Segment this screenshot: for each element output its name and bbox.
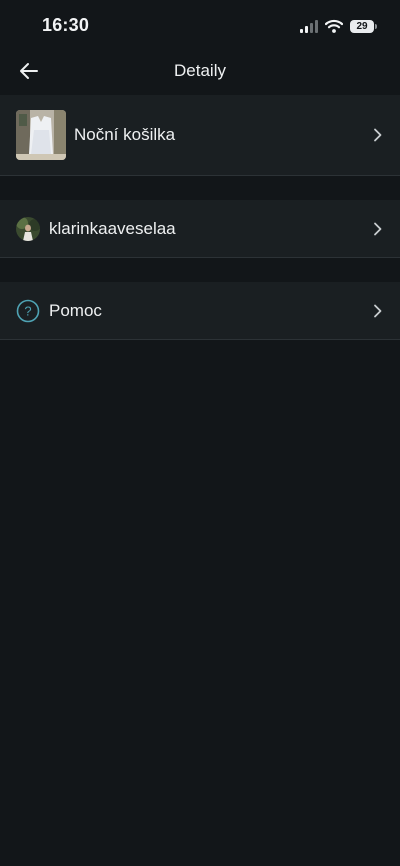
page-title: Detaily — [174, 61, 226, 80]
status-time: 16:30 — [42, 15, 90, 35]
status-bar: 16:30 29 — [0, 0, 400, 52]
chevron-right-icon — [370, 304, 384, 318]
seller-section: klarinkaaveselaa — [0, 200, 400, 258]
item-title: Noční košilka — [74, 125, 176, 144]
chevron-right-icon — [370, 222, 384, 236]
battery-icon: 29 — [350, 19, 377, 33]
seller-username: klarinkaaveselaa — [49, 218, 176, 238]
help-label: Pomoc — [49, 300, 102, 320]
item-row[interactable]: Noční košilka — [0, 95, 400, 175]
item-section: Noční košilka — [0, 95, 400, 176]
chevron-right-icon — [370, 128, 384, 142]
battery-level: 29 — [356, 20, 368, 32]
help-row[interactable]: ? Pomoc — [0, 282, 400, 339]
question-circle-icon: ? — [16, 299, 40, 323]
status-icons: 29 — [300, 16, 377, 36]
item-thumbnail — [16, 110, 66, 160]
svg-text:?: ? — [24, 303, 31, 318]
help-section: ? Pomoc — [0, 282, 400, 340]
wifi-icon — [325, 19, 343, 33]
cellular-signal-icon — [300, 19, 318, 33]
user-avatar — [16, 216, 40, 241]
seller-row[interactable]: klarinkaaveselaa — [0, 200, 400, 257]
top-bar: Detaily — [0, 52, 400, 90]
